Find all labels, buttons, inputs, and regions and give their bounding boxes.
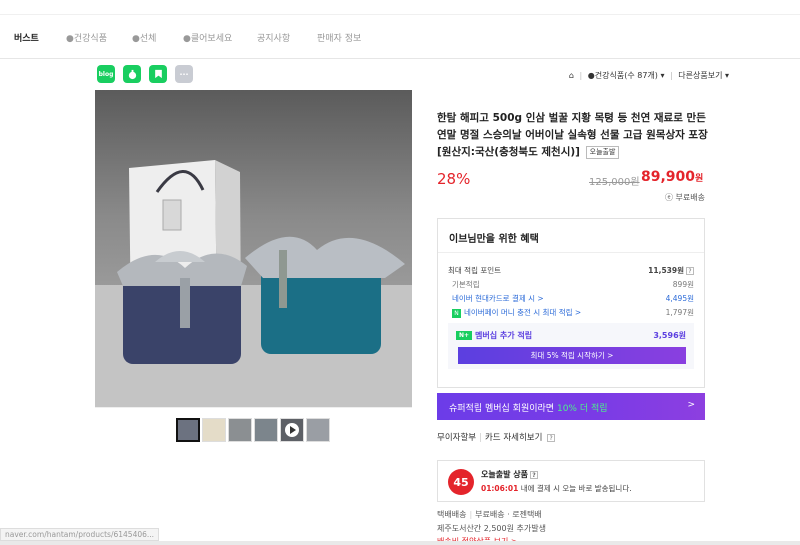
- nav-item-notice[interactable]: 공지사항: [257, 31, 290, 44]
- store-nav: 버스트 ●건강식품 ●선체 ●클어보세요 공지사항 판매자 정보: [0, 15, 800, 59]
- delivery-method: 택배배송 | 부료배송 · 로젠택배: [437, 510, 542, 519]
- product-main-image[interactable]: [95, 90, 412, 407]
- cafe-share-icon[interactable]: [123, 65, 141, 83]
- discount-rate: 28%: [437, 170, 471, 188]
- membership-start-button[interactable]: 최대 5% 적립 시작하기 >: [458, 347, 686, 364]
- nav-item-ask[interactable]: ●클어보세요: [183, 31, 232, 44]
- naverpay-icon: N: [452, 308, 461, 318]
- blog-share-icon[interactable]: blog: [97, 65, 115, 83]
- chevron-down-icon: ▾: [660, 71, 665, 80]
- naver-plus-icon: N+: [456, 331, 472, 340]
- nav-item-gift[interactable]: ●선체: [132, 31, 156, 44]
- benefit-heading: 이브님만을 위한 혜택: [438, 219, 704, 253]
- membership-box: N+ 멤버십 추가 적립 3,596원 최대 5% 적립 시작하기 >: [448, 323, 694, 369]
- today-ship-badge: 오늘출발: [585, 146, 620, 159]
- breadcrumb: ⌂ | ●건강식품(수 87개) ▾ | 다른상품보기 ▾: [568, 71, 729, 80]
- today-ship-title: 오늘출발 상품?: [481, 469, 538, 480]
- thumbnail[interactable]: [306, 418, 330, 442]
- shipping-fee: ⓔ 부료배송: [665, 193, 705, 202]
- help-icon[interactable]: ?: [529, 470, 538, 479]
- thumbnail[interactable]: [202, 418, 226, 442]
- thumbnail[interactable]: [228, 418, 252, 442]
- pay-point-row[interactable]: N 네이버페이 머니 충전 시 최대 적립 > 1,797원: [452, 307, 694, 318]
- breadcrumb-other-products[interactable]: 다른상품보기: [678, 71, 722, 80]
- breadcrumb-category[interactable]: ●건강식품(수 87개): [588, 71, 658, 80]
- thumbnail-video[interactable]: [280, 418, 304, 442]
- nav-item-health[interactable]: ●건강식품: [66, 31, 107, 44]
- installment-row: 무이자할부 | 카드 자세히보기 ?: [437, 431, 556, 443]
- nav-item-best[interactable]: 버스트: [14, 31, 39, 44]
- help-icon[interactable]: ?: [547, 433, 556, 442]
- original-price: 125,000원: [589, 177, 640, 188]
- product-title: 한탐 해피고 500g 인삼 벌꿀 지황 목텽 등 천연 재료로 만든 연말 명…: [437, 112, 708, 159]
- today-ship-countdown: 01:06:01 내에 결제 시 오늘 바로 발송됩니다.: [481, 484, 632, 493]
- thumbnail[interactable]: [176, 418, 200, 442]
- membership-row: N+ 멤버십 추가 적립 3,596원: [456, 330, 686, 341]
- base-point-row: 기본적립 899원: [452, 280, 694, 289]
- today-ship-box: 45 오늘출발 상품? 01:06:01 내에 결제 시 오늘 바로 발송됩니다…: [437, 460, 705, 502]
- delivery-extra-fee: 제주도서산간 2,500원 추가발생: [437, 524, 546, 533]
- help-icon[interactable]: ?: [686, 267, 694, 275]
- benefit-box: 이브님만을 위한 혜택 최대 적립 포인트 11,539원? 기본적립 899원…: [437, 218, 705, 388]
- home-icon[interactable]: ⌂: [569, 71, 574, 80]
- card-point-row[interactable]: 네이버 현대카드로 결제 시 > 4,495원: [452, 293, 694, 304]
- bottom-edge: [0, 541, 800, 545]
- top-strip: [0, 0, 800, 15]
- card-detail-link[interactable]: 카드 자세히보기: [485, 433, 542, 443]
- membership-promo-bar[interactable]: 슈퍼적립 멤버십 회원이라면 10% 더 적립 >: [437, 393, 705, 420]
- browser-status-url: naver.com/hantam/products/6145406...: [0, 528, 160, 541]
- bookmark-share-icon[interactable]: [149, 65, 167, 83]
- chevron-down-icon: ▾: [724, 71, 729, 80]
- more-icon[interactable]: ···: [175, 65, 193, 83]
- sale-price: 89,900원: [641, 169, 704, 185]
- image-divider: [95, 407, 412, 408]
- max-point-row: 최대 적립 포인트 11,539원?: [448, 265, 694, 276]
- thumbnail[interactable]: [254, 418, 278, 442]
- chevron-right-icon: >: [687, 400, 695, 410]
- play-icon: [285, 423, 299, 437]
- today-ship-logo: 45: [448, 469, 474, 495]
- nav-item-seller-info[interactable]: 판매자 정보: [317, 31, 361, 44]
